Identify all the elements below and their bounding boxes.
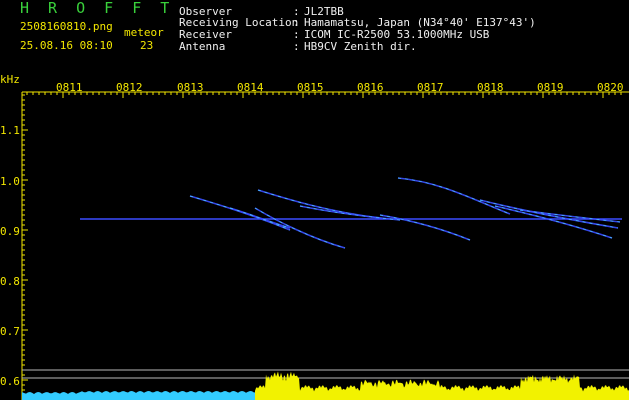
- meteor-echo-highlight: [397, 177, 511, 215]
- meteor-echo-trace: [494, 205, 613, 239]
- meteor-echo-trace: [397, 177, 511, 215]
- spectrogram-plot: [21, 91, 629, 400]
- axes-frame: [21, 91, 629, 400]
- meteor-echo-trace: [257, 189, 381, 219]
- meteor-echo-highlight: [254, 207, 346, 249]
- meteor-echo-trace: [189, 195, 291, 231]
- signal-traces: [80, 177, 622, 249]
- meteor-echo-trace: [254, 207, 346, 249]
- noise-floor-yellow: [255, 371, 629, 400]
- meteor-echo-highlight: [257, 189, 381, 219]
- hrofft-spectrogram-window: H R O F F T 2508160810.png 25.08.16 08:1…: [0, 0, 629, 400]
- noise-floor: [22, 371, 629, 400]
